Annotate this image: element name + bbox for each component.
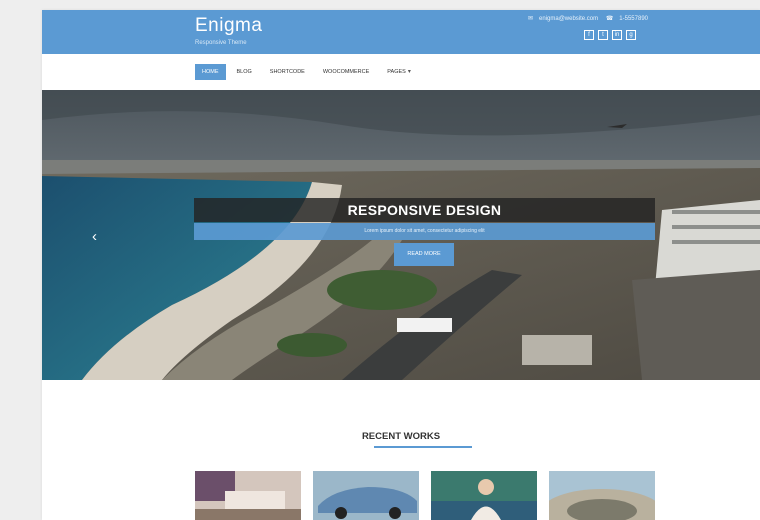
site-title[interactable]: Enigma — [195, 16, 262, 36]
work-thumbnail-interior[interactable] — [195, 471, 301, 520]
phone-icon: ☎ — [605, 16, 614, 22]
section-divider — [374, 446, 472, 448]
social-links: f t in g — [584, 30, 636, 40]
recent-works-grid — [195, 471, 655, 520]
contact-phone: 1-5557890 — [619, 16, 648, 22]
hero-subtitle: Lorem ipsum dolor sit amet, consectetur … — [364, 228, 485, 234]
theme-preview-page: Enigma Responsive Theme ✉ enigma@website.… — [42, 10, 760, 520]
google-plus-icon[interactable]: g — [626, 30, 636, 40]
contact-email[interactable]: enigma@website.com — [539, 16, 598, 22]
read-more-button[interactable]: READ MORE — [394, 243, 454, 266]
nav-item-pages[interactable]: PAGES ▾ — [380, 63, 418, 80]
nav-item-home[interactable]: HOME — [195, 63, 226, 80]
work-thumbnail-portrait[interactable] — [431, 471, 537, 520]
nav-item-woocommerce[interactable]: WOOCOMMERCE — [316, 64, 376, 80]
work-thumbnail-aerial[interactable] — [549, 471, 655, 520]
twitter-icon[interactable]: t — [598, 30, 608, 40]
hero-caption: RESPONSIVE DESIGN — [194, 198, 655, 222]
hero-subtitle-bar: Lorem ipsum dolor sit amet, consectetur … — [194, 223, 655, 240]
contact-info: ✉ enigma@website.com ☎ 1-5557890 — [522, 15, 648, 22]
site-brand[interactable]: Enigma Responsive Theme — [195, 16, 262, 47]
nav-item-shortcode[interactable]: SHORTCODE — [263, 64, 312, 80]
nav-item-blog[interactable]: BLOG — [230, 64, 259, 80]
linkedin-icon[interactable]: in — [612, 30, 622, 40]
envelope-icon: ✉ — [527, 16, 534, 22]
work-thumbnail-car[interactable] — [313, 471, 419, 520]
nav-item-pages-label: PAGES — [387, 69, 406, 75]
caret-down-icon: ▾ — [407, 69, 411, 75]
recent-works-title: RECENT WORKS — [361, 431, 441, 442]
hero-slider: ‹ RESPONSIVE DESIGN Lorem ipsum dolor si… — [42, 90, 760, 380]
site-tagline: Responsive Theme — [195, 40, 247, 46]
hero-title: RESPONSIVE DESIGN — [347, 202, 502, 218]
header-bar: Enigma Responsive Theme ✉ enigma@website.… — [42, 10, 760, 54]
slider-prev-arrow[interactable]: ‹ — [92, 228, 97, 245]
facebook-icon[interactable]: f — [584, 30, 594, 40]
main-nav: HOME BLOG SHORTCODE WOOCOMMERCE PAGES ▾ — [195, 63, 418, 80]
